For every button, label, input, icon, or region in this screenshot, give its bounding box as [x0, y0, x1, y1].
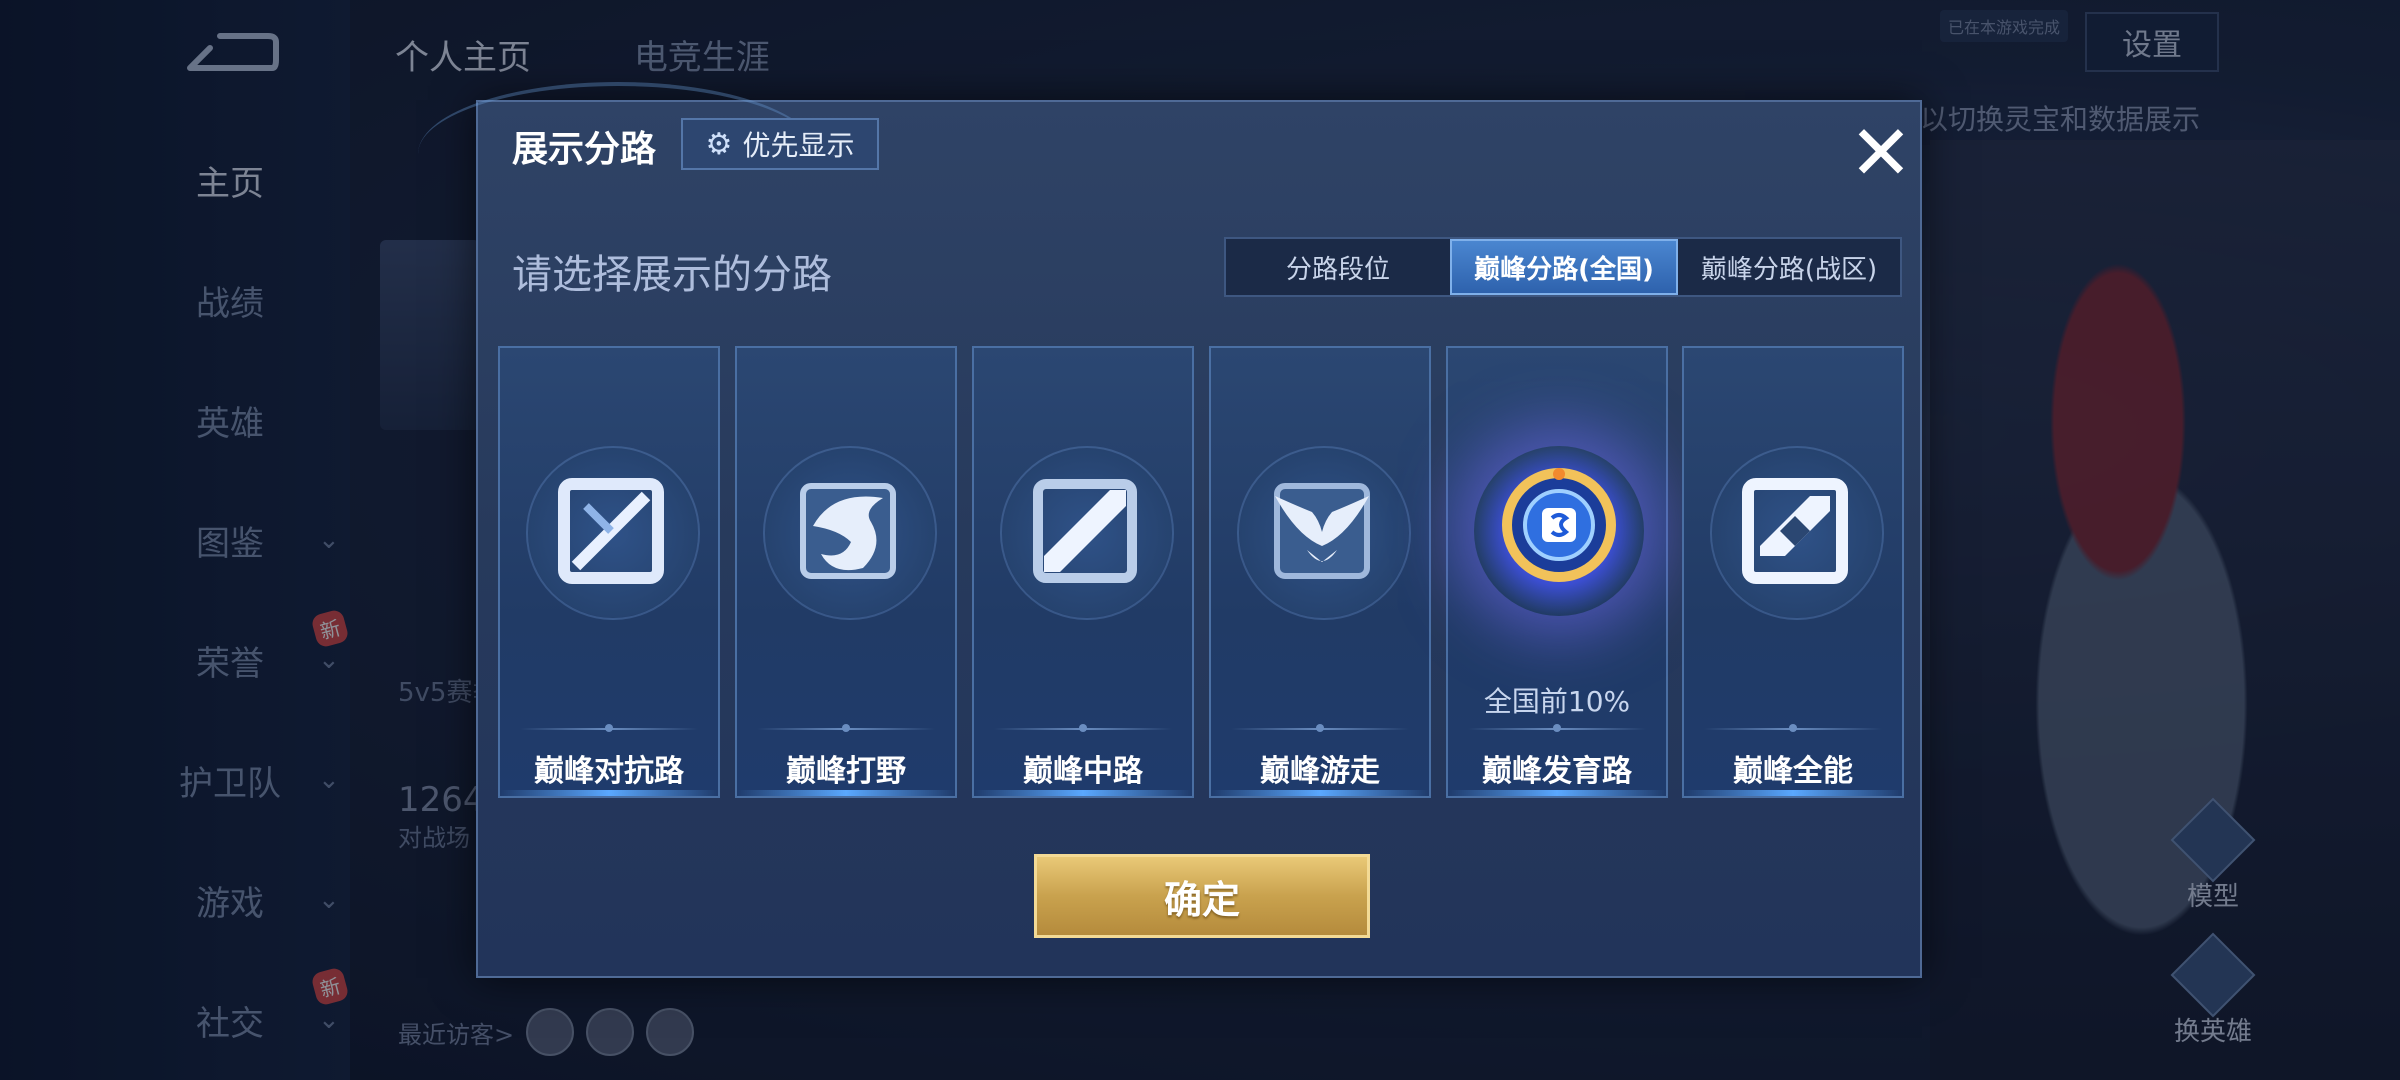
lane-card-mid[interactable]: 巅峰中路 — [972, 346, 1194, 798]
lane-name: 巅峰发育路 — [1482, 754, 1632, 789]
card-divider — [1468, 724, 1646, 732]
lane-rank-text: 全国前10% — [1483, 685, 1631, 718]
close-icon[interactable]: ✕ — [1836, 108, 1926, 198]
confirm-button[interactable]: 确定 — [1034, 854, 1370, 938]
card-divider — [1704, 724, 1882, 732]
priority-display-button[interactable]: ⚙ 优先显示 — [681, 118, 879, 170]
lane-card-roam[interactable]: 巅峰游走 — [1209, 346, 1431, 798]
lane-name: 巅峰对抗路 — [534, 754, 684, 789]
lane-card-clash[interactable]: 巅峰对抗路 — [498, 346, 720, 798]
lane-name: 巅峰打野 — [786, 754, 906, 789]
card-divider — [757, 724, 935, 732]
jungle-dragon-icon — [800, 483, 896, 579]
card-divider — [1231, 724, 1409, 732]
modal-title: 展示分路 — [512, 129, 657, 170]
lane-card-list: 巅峰对抗路 巅峰打野 巅峰中路 巅峰游走 全国前10% 巅峰发育路 巅峰全能 — [498, 346, 1904, 798]
tab-peak-lane-national[interactable]: 巅峰分路(全国) — [1450, 239, 1678, 295]
lane-card-jungle[interactable]: 巅峰打野 — [735, 346, 957, 798]
roam-wings-icon — [1274, 483, 1370, 579]
clash-lane-icon — [558, 478, 664, 584]
priority-display-label: 优先显示 — [742, 129, 855, 162]
modal-subtitle: 请选择展示的分路 — [512, 252, 832, 298]
tab-peak-lane-region[interactable]: 巅峰分路(战区) — [1678, 239, 1900, 295]
lane-display-modal: 展示分路 ⚙ 优先显示 ✕ 请选择展示的分路 分路段位 巅峰分路(全国) 巅峰分… — [418, 82, 1922, 978]
card-divider — [994, 724, 1172, 732]
allround-icon — [1742, 478, 1848, 584]
lane-card-allround[interactable]: 巅峰全能 — [1682, 346, 1904, 798]
lane-name: 巅峰中路 — [1023, 754, 1143, 789]
tab-lane-rank[interactable]: 分路段位 — [1226, 239, 1450, 295]
lane-type-tabs: 分路段位 巅峰分路(全国) 巅峰分路(战区) — [1224, 237, 1902, 297]
lane-name: 巅峰游走 — [1260, 754, 1380, 789]
mid-lane-icon — [1033, 479, 1137, 583]
lane-name: 巅峰全能 — [1733, 754, 1853, 789]
card-divider — [520, 724, 698, 732]
farm-lane-medal-icon — [1502, 468, 1616, 582]
lane-card-farm[interactable]: 全国前10% 巅峰发育路 — [1446, 346, 1668, 798]
gear-icon: ⚙ — [705, 126, 733, 162]
